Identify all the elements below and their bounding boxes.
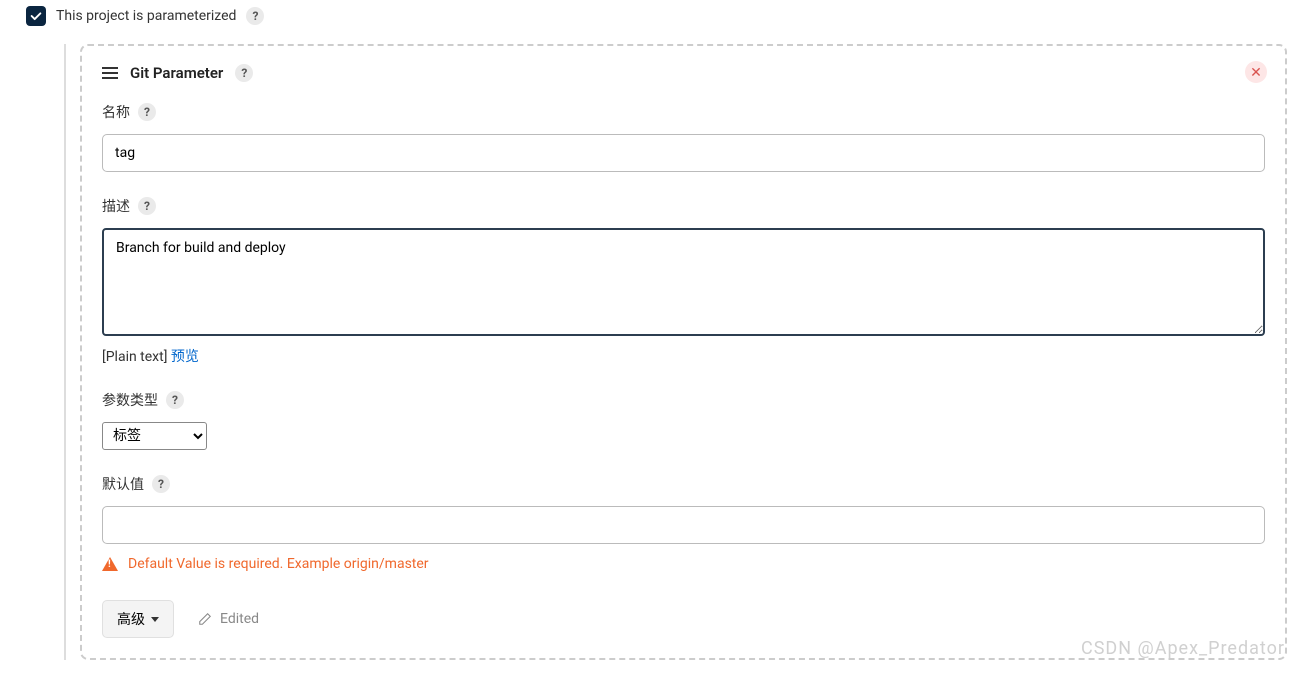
plain-text-label: [Plain text] (102, 349, 171, 365)
parameter-title: Git Parameter (130, 64, 223, 82)
default-value-input[interactable] (102, 506, 1265, 544)
parameterized-label: This project is parameterized (56, 8, 236, 24)
type-label: 参数类型 (102, 390, 158, 410)
type-select[interactable]: 标签 (102, 422, 207, 450)
name-label: 名称 (102, 102, 130, 122)
description-label: 描述 (102, 196, 130, 216)
edited-indicator: Edited (198, 611, 259, 627)
drag-handle-icon[interactable] (102, 67, 118, 79)
help-icon[interactable]: ? (138, 197, 156, 215)
warning-icon (102, 557, 118, 571)
warning-text: Default Value is required. Example origi… (128, 556, 429, 572)
description-textarea[interactable] (102, 228, 1265, 336)
close-icon: ✕ (1250, 65, 1262, 79)
advanced-button[interactable]: 高级 (102, 600, 174, 638)
default-value-label: 默认值 (102, 474, 144, 494)
help-icon[interactable]: ? (138, 103, 156, 121)
parameterized-checkbox[interactable] (26, 6, 46, 26)
help-icon[interactable]: ? (246, 7, 264, 25)
checkmark-icon (29, 9, 43, 23)
close-button[interactable]: ✕ (1245, 61, 1267, 83)
description-hint: [Plain text] 预览 (102, 346, 1265, 366)
edited-label: Edited (220, 611, 259, 627)
advanced-label: 高级 (117, 609, 145, 629)
chevron-down-icon (151, 617, 159, 622)
help-icon[interactable]: ? (166, 391, 184, 409)
pencil-icon (198, 612, 212, 626)
help-icon[interactable]: ? (152, 475, 170, 493)
help-icon[interactable]: ? (235, 64, 253, 82)
name-input[interactable] (102, 134, 1265, 172)
parameter-card: ✕ Git Parameter ? 名称 ? 描述 ? [Plain text]… (80, 44, 1287, 660)
preview-link[interactable]: 预览 (171, 349, 199, 365)
